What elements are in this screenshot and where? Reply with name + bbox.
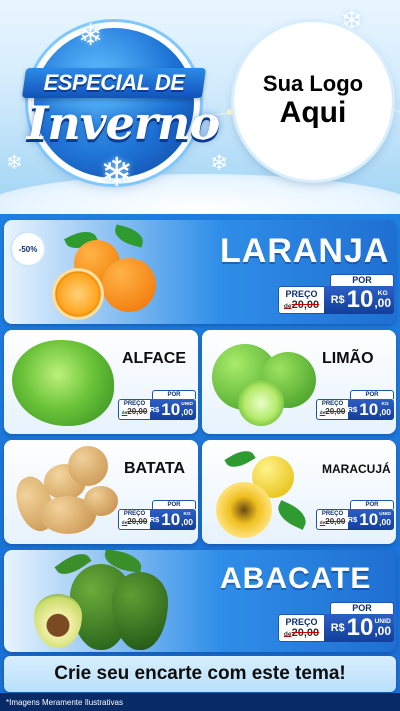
price-value: R$ 10 UNID ,00 [324,614,394,642]
price-tag: POR PREÇO de20,00 R$ 10 UNID ,00 [278,602,394,646]
avocado-icon [112,572,168,650]
price-por-label: POR [350,390,394,399]
winter-special-badge: ❄ ESPECIAL DE Inverno ❄ [8,18,228,195]
badge-title: ESPECIAL DE [43,70,185,95]
price-preco-box: PREÇO de20,00 [316,509,348,530]
old-price: de20,00 [283,627,320,639]
price-por-label: POR [330,274,394,286]
lettuce-icon [12,340,114,426]
price-tag: POR PREÇO de20,00 R$ 10 UNID ,00 [316,500,394,532]
price-preco-box: PREÇO de20,00 [278,614,324,642]
price-cents: ,00 [379,516,391,527]
price-cents: ,00 [374,296,391,311]
avocado-half-icon [34,594,82,648]
product-card-maracuja[interactable]: MARACUJÁ POR PREÇO de20,00 R$ 10 UNID ,00 [202,440,396,544]
price-value: R$ 10 UNID ,00 [347,509,394,530]
price-integer: 10 [161,509,181,529]
product-name: ALFACE [122,350,186,367]
price-preco-box: PREÇO de20,00 [316,399,348,420]
old-price: de20,00 [121,517,148,526]
disclaimer-text: *Imagens Meramente Ilustrativas [0,693,400,711]
currency-symbol: R$ [149,405,160,414]
lime-slice-icon [238,380,284,426]
price-por-label: POR [330,602,394,614]
price-value: R$ 10 KG ,00 [149,509,196,530]
potato-icon [84,486,118,516]
old-price: de20,00 [319,517,346,526]
snowflake-icon: ❄ [100,151,134,195]
price-value: R$ 10 KG ,00 [347,399,394,420]
logo-text-line2: Aqui [279,96,347,130]
price-tag: POR PREÇO de20,00 R$ 10 KG ,00 [278,274,394,318]
currency-symbol: R$ [330,622,345,634]
price-preco-label: PREÇO [285,617,318,627]
price-integer: 10 [161,399,181,419]
currency-symbol: R$ [149,515,160,524]
old-price: de20,00 [319,407,346,416]
old-price: de20,00 [283,299,320,311]
price-preco-box: PREÇO de20,00 [118,509,150,530]
price-integer: 10 [359,399,379,419]
currency-symbol: R$ [330,294,345,306]
create-flyer-cta[interactable]: Crie seu encarte com este tema! [4,656,396,692]
logo-text-line1: Sua Logo [262,71,364,97]
potato-icon [68,446,108,486]
product-name: LARANJA [220,232,390,270]
price-integer: 10 [346,614,374,641]
price-tag: POR PREÇO de20,00 R$ 10 KG ,00 [118,500,196,532]
snowflake-icon: ❄ [78,19,104,52]
price-por-label: POR [152,500,196,509]
price-preco-label: PREÇO [285,289,318,299]
price-tag: POR PREÇO de20,00 R$ 10 KG ,00 [316,390,394,422]
leaf-icon [112,224,146,248]
price-preco-box: PREÇO de20,00 [278,286,324,314]
price-por-label: POR [152,390,196,399]
logo-placeholder[interactable]: Sua Logo Aqui [234,22,392,180]
discount-badge: -50% [12,233,44,265]
price-integer: 10 [359,509,379,529]
price-value: R$ 10 UNID ,00 [149,399,196,420]
currency-symbol: R$ [347,405,358,414]
product-card-laranja[interactable]: -50% LARANJA POR PREÇO de20,00 R$ 10 KG,… [4,220,396,324]
price-cents: ,00 [181,516,193,527]
product-card-abacate[interactable]: ABACATE POR PREÇO de20,00 R$ 10 UNID ,00 [4,550,396,652]
price-integer: 10 [346,286,374,313]
header-banner: ❄ ❄ ❄ ❄ ESPECIAL DE Inverno ❄ Sua Logo A… [0,0,400,214]
leaf-icon [273,500,311,530]
orange-icon [102,258,156,312]
price-por-label: POR [350,500,394,509]
product-card-batata[interactable]: BATATA POR PREÇO de20,00 R$ 10 KG ,00 [4,440,198,544]
price-cents: ,00 [181,406,193,417]
orange-slice-icon [52,268,104,320]
product-name: BATATA [124,460,186,477]
currency-symbol: R$ [347,515,358,524]
product-card-limao[interactable]: LIMÃO POR PREÇO de20,00 R$ 10 KG ,00 [202,330,396,434]
product-name: MARACUJÁ [322,462,391,476]
product-card-alface[interactable]: ALFACE POR PREÇO de20,00 R$ 10 UNID ,00 [4,330,198,434]
product-name: ABACATE [220,562,372,595]
price-tag: POR PREÇO de20,00 R$ 10 UNID ,00 [118,390,196,422]
passion-fruit-half-icon [216,482,272,538]
price-preco-box: PREÇO de20,00 [118,399,150,420]
price-cents: ,00 [379,406,391,417]
badge-script-title: Inverno [26,96,220,150]
price-value: R$ 10 KG ,00 [324,286,394,314]
old-price: de20,00 [121,407,148,416]
price-cents: ,00 [374,624,391,639]
leaf-icon [224,445,256,473]
product-name: LIMÃO [322,350,374,367]
